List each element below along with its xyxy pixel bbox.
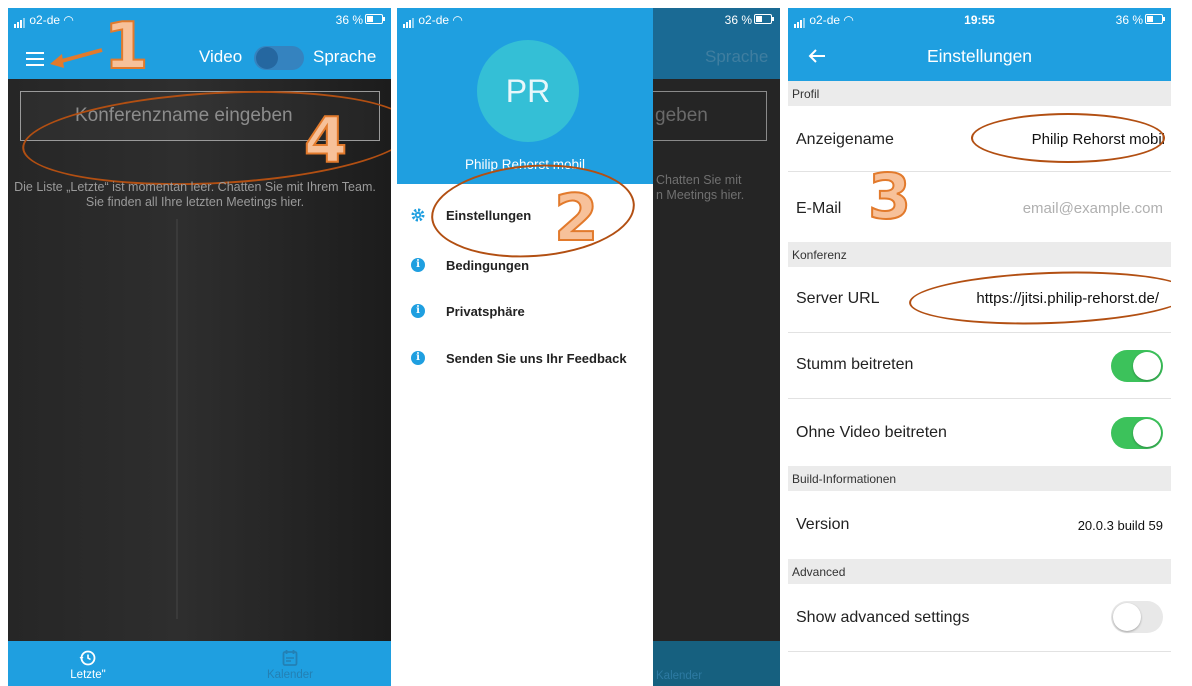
empty-list-message: Die Liste „Letzte“ ist momentan leer. Ch…: [14, 180, 376, 209]
toggle-knob: [1113, 603, 1141, 631]
page-title: Einstellungen: [926, 46, 1033, 66]
battery-icon: [365, 14, 385, 24]
carrier-name: o2-de: [29, 13, 61, 27]
annotation-ellipse-display-name: [971, 113, 1165, 163]
annotation-number-3: 3: [867, 159, 912, 234]
screen-drawer: Sprache Chatten Sie mit n Meetings hier.…: [397, 8, 780, 686]
row-join-muted: Stumm beitreten: [788, 333, 1171, 399]
info-icon: i: [411, 351, 425, 365]
server-url-label: Server URL: [796, 290, 880, 307]
section-advanced: Advanced: [788, 559, 1171, 584]
row-join-no-video: Ohne Video beitreten: [788, 399, 1171, 466]
menu-item-privacy[interactable]: i Privatsphäre: [411, 302, 651, 324]
version-label: Version: [796, 516, 850, 533]
annotation-arrow: [50, 48, 103, 68]
battery-percent: 36 %: [335, 13, 363, 27]
menu-item-label: Privatsphäre: [446, 304, 525, 319]
signal-icon: [403, 14, 415, 28]
email-field[interactable]: email@example.com: [1023, 200, 1163, 217]
toggle-knob: [256, 47, 278, 69]
ghost-tab-label: Kalender: [656, 670, 703, 682]
section-profile: Profil: [788, 81, 1171, 106]
menu-icon[interactable]: [26, 52, 44, 66]
status-bar: o2-de ◠ 19:55 36 %: [788, 8, 1171, 30]
clock: 19:55: [964, 13, 995, 27]
drawer-header: o2-de ◠ 36 % PR Philip Rehorst mobil: [397, 8, 774, 184]
mode-video-label: Video: [199, 47, 243, 66]
tab-recent[interactable]: Letzte": [28, 649, 148, 681]
section-conference: Konferenz: [788, 242, 1171, 267]
wifi-icon: ◠: [452, 13, 463, 27]
status-bar: o2-de ◠ 36 %: [397, 8, 780, 30]
dimmed-tab-bar: Kalender: [653, 641, 780, 686]
tab-recent-label: Letzte": [70, 669, 106, 681]
section-build-info: Build-Informationen: [788, 466, 1171, 491]
avatar: PR: [477, 40, 579, 142]
show-advanced-label: Show advanced settings: [796, 609, 970, 626]
menu-item-terms[interactable]: i Bedingungen: [411, 256, 651, 278]
gear-icon: [411, 208, 425, 222]
carrier-name: o2-de: [418, 13, 450, 27]
video-audio-toggle[interactable]: [254, 46, 304, 70]
carrier-indicator: o2-de ◠: [403, 13, 463, 28]
battery-icon: [1145, 14, 1165, 24]
display-name-label: Anzeigename: [796, 131, 894, 148]
info-icon: i: [411, 304, 425, 318]
row-show-advanced: Show advanced settings: [788, 584, 1171, 652]
annotation-number-1: 1: [103, 9, 150, 85]
join-no-video-label: Ohne Video beitreten: [796, 424, 947, 441]
background-door: [176, 219, 236, 619]
ghost-input-text: geben: [655, 105, 708, 126]
version-value: 20.0.3 build 59: [1077, 518, 1163, 533]
tab-calendar-label: Kalender: [266, 669, 314, 681]
ghost-input-box: geben: [653, 91, 767, 141]
status-bar: o2-de ◠ 36 %: [8, 8, 391, 30]
annotation-number-2: 2: [553, 181, 600, 257]
battery-icon: [754, 14, 774, 24]
email-label: E-Mail: [796, 200, 842, 217]
info-icon: i: [411, 258, 425, 272]
join-no-video-toggle[interactable]: [1111, 417, 1163, 449]
screen-settings: o2-de ◠ 19:55 36 % Einstellungen Profil …: [788, 8, 1171, 686]
signal-icon: [14, 14, 26, 28]
settings-header: o2-de ◠ 19:55 36 % Einstellungen: [788, 8, 1171, 81]
calendar-icon: [282, 650, 298, 666]
join-muted-toggle[interactable]: [1111, 350, 1163, 382]
row-email[interactable]: E-Mail email@example.com: [788, 172, 1171, 244]
menu-item-feedback[interactable]: i Senden Sie uns Ihr Feedback: [411, 349, 651, 371]
wifi-icon: ◠: [63, 13, 74, 27]
battery-percent: 36 %: [724, 13, 752, 27]
bottom-tab-bar: Letzte" Kalender: [8, 641, 391, 686]
tab-calendar[interactable]: Kalender: [230, 649, 350, 681]
ghost-empty-text: Chatten Sie mit n Meetings hier.: [656, 173, 745, 202]
carrier-indicator: o2-de ◠: [14, 13, 74, 28]
annotation-number-4: 4: [303, 103, 348, 178]
toggle-knob: [1133, 419, 1161, 447]
toggle-knob: [1133, 352, 1161, 380]
side-drawer: o2-de ◠ 36 % PR Philip Rehorst mobil Ein…: [397, 8, 774, 686]
history-icon: [79, 650, 96, 666]
menu-item-label: Senden Sie uns Ihr Feedback: [446, 351, 627, 366]
join-muted-label: Stumm beitreten: [796, 356, 914, 373]
screen-recent: o2-de ◠ 36 % Video Sprache 1 Konferenzna…: [8, 8, 391, 686]
mode-audio-label: Sprache: [313, 47, 377, 66]
ghost-audio-label: Sprache: [705, 47, 769, 66]
row-version: Version 20.0.3 build 59: [788, 491, 1171, 559]
show-advanced-toggle[interactable]: [1111, 601, 1163, 633]
menu-item-label: Bedingungen: [446, 258, 530, 273]
battery-percent: 36 %: [1115, 13, 1143, 27]
